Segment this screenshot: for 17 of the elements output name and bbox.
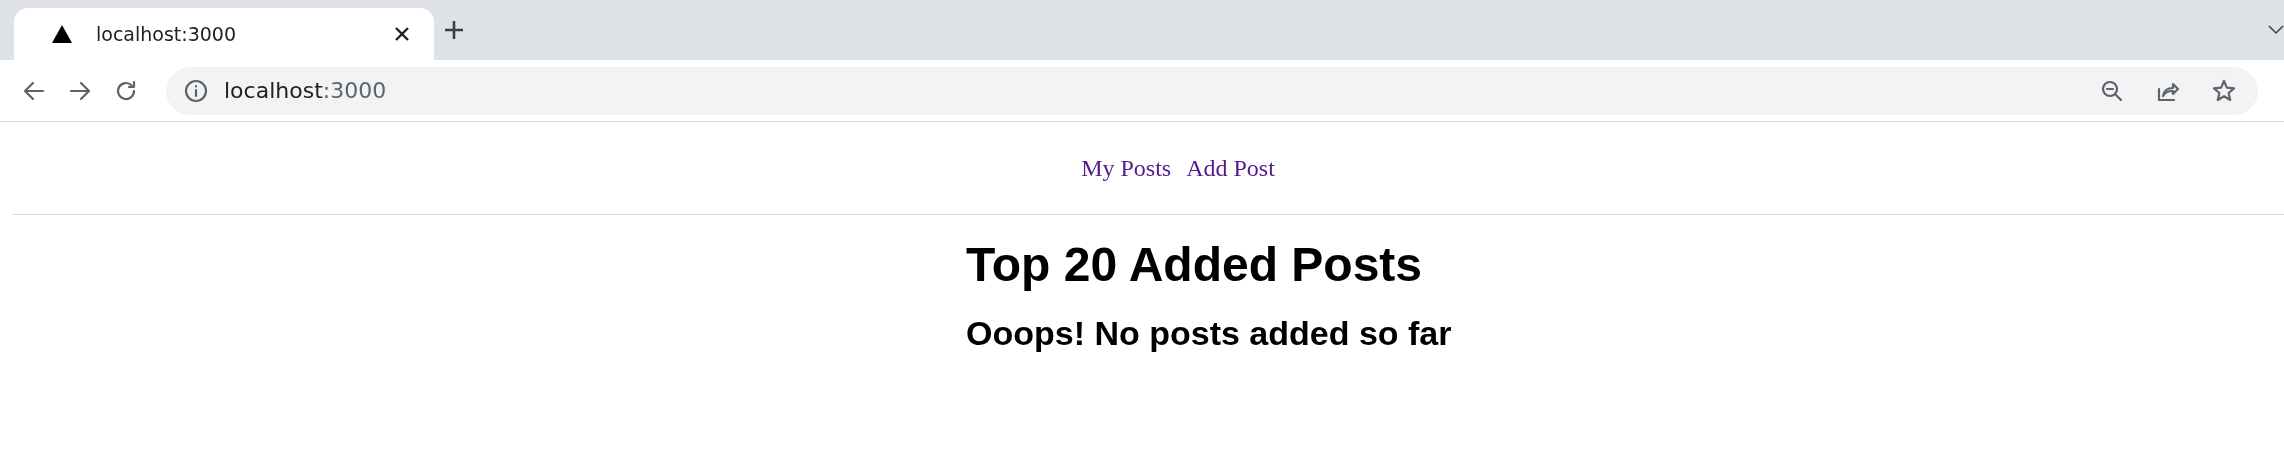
- star-icon[interactable]: [2212, 78, 2236, 103]
- address-bar[interactable]: localhost:3000: [166, 66, 2258, 115]
- new-tab-button[interactable]: [444, 20, 464, 40]
- triangle-icon: [52, 25, 72, 43]
- chevron-down-icon[interactable]: [2268, 25, 2284, 35]
- url-port: :3000: [322, 78, 388, 103]
- tab-title: localhost:3000: [96, 23, 238, 45]
- reload-button[interactable]: [114, 78, 138, 103]
- nav-link[interactable]: My Posts: [1081, 154, 1172, 182]
- url-host: localhost: [224, 78, 323, 103]
- browser-tab[interactable]: localhost:3000: [14, 8, 434, 60]
- empty-message: Ooops! No posts added so far: [966, 314, 1453, 353]
- zoom-out-icon[interactable]: [2100, 78, 2124, 103]
- close-button[interactable]: [394, 26, 410, 42]
- nav-link[interactable]: Add Post: [1186, 154, 1275, 182]
- info-icon[interactable]: [184, 78, 208, 103]
- page-title: Top 20 Added Posts: [966, 237, 1424, 292]
